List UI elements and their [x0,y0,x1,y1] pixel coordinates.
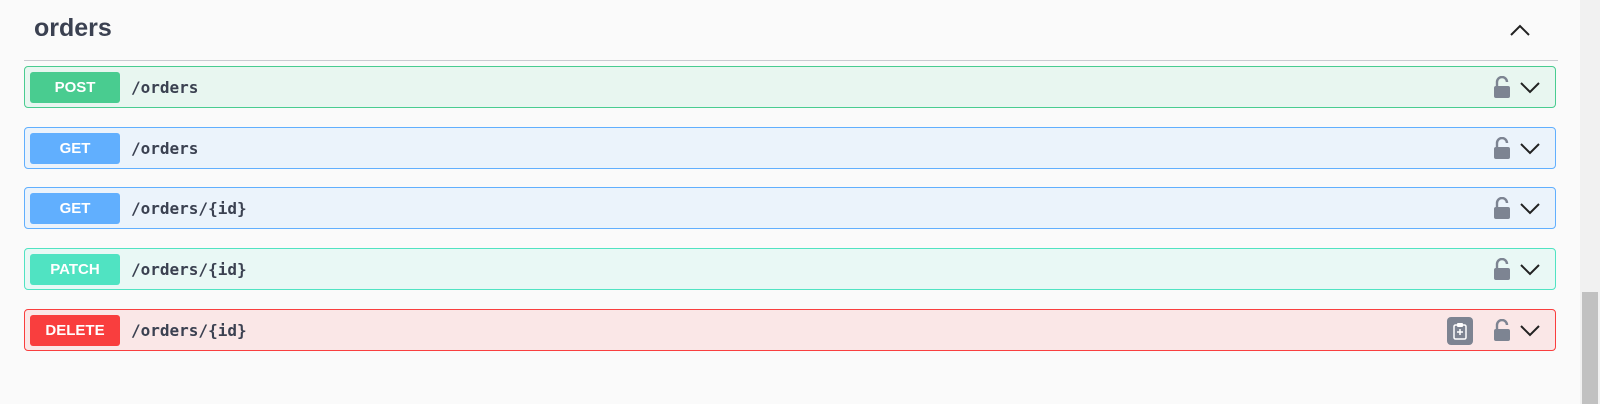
chevron-down-icon[interactable] [1519,138,1541,158]
method-badge: GET [30,133,120,164]
operation-path: /orders/{id} [131,199,247,218]
chevron-down-icon[interactable] [1519,77,1541,97]
chevron-down-icon[interactable] [1519,198,1541,218]
operation-patch-order[interactable]: PATCH /orders/{id} [24,248,1556,290]
section-header[interactable]: orders [24,0,1558,61]
orders-section: orders POST /orders GET /orders GET /ord… [24,0,1558,351]
chevron-down-icon[interactable] [1519,259,1541,279]
method-badge: PATCH [30,254,120,285]
operation-get-orders[interactable]: GET /orders [24,127,1556,169]
method-badge: POST [30,72,120,103]
operation-path: /orders/{id} [131,321,247,340]
lock-icon[interactable] [1493,197,1511,219]
method-badge: DELETE [30,315,120,346]
chevron-down-icon[interactable] [1519,320,1541,340]
lock-icon[interactable] [1493,258,1511,280]
collapse-button[interactable] [1508,18,1532,42]
scrollbar-thumb[interactable] [1582,292,1598,404]
lock-icon[interactable] [1493,137,1511,159]
operation-delete-order[interactable]: DELETE /orders/{id} [24,309,1556,351]
operation-path: /orders [131,78,199,97]
clipboard-copy-icon [1453,323,1467,340]
chevron-up-icon [1510,24,1530,36]
operation-post-orders[interactable]: POST /orders [24,66,1556,108]
operation-path: /orders/{id} [131,260,247,279]
lock-icon[interactable] [1493,319,1511,341]
scrollbar-track[interactable] [1580,0,1600,404]
section-title: orders [34,14,112,42]
operation-get-order-by-id[interactable]: GET /orders/{id} [24,187,1556,229]
copy-to-clipboard-button[interactable] [1447,317,1473,345]
lock-icon[interactable] [1493,76,1511,98]
method-badge: GET [30,193,120,224]
operation-path: /orders [131,139,199,158]
